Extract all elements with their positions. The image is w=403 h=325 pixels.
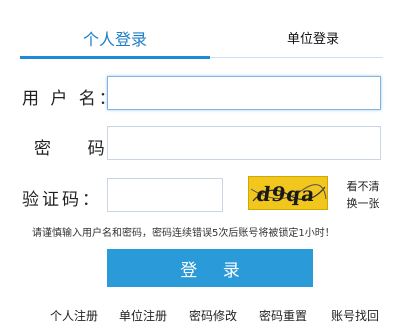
username-label: 用 户 名： xyxy=(22,89,119,109)
login-warning-hint: 请谨慎输入用户名和密码，密码连续错误5次后账号将被锁定1小时！ xyxy=(32,228,335,239)
refresh-line-1: 看不清 xyxy=(346,180,380,193)
captcha-text: d9qa xyxy=(255,182,317,206)
footer-links: 个人注册 单位注册 密码修改 密码重置 账号找回 xyxy=(0,307,403,325)
footer-link-personal-register[interactable]: 个人注册 xyxy=(50,307,98,324)
footer-link-reset-password[interactable]: 密码重置 xyxy=(259,307,307,324)
captcha-label: 验证码： xyxy=(22,190,102,210)
footer-link-unit-register[interactable]: 单位注册 xyxy=(119,307,167,324)
captcha-input[interactable] xyxy=(107,178,223,212)
login-button[interactable]: 登 录 xyxy=(107,249,313,287)
username-input[interactable] xyxy=(107,76,381,110)
captcha-graphic: d9qa xyxy=(249,177,327,209)
footer-link-recover-account[interactable]: 账号找回 xyxy=(331,307,379,324)
captcha-image[interactable]: d9qa xyxy=(248,176,328,210)
tab-unit-login[interactable]: 单位登录 xyxy=(238,26,388,56)
tab-personal-login[interactable]: 个人登录 xyxy=(20,26,210,56)
refresh-captcha-link[interactable]: 看不清 换一张 xyxy=(345,178,381,212)
refresh-line-2: 换一张 xyxy=(346,197,380,210)
login-tabs: 个人登录 单位登录 xyxy=(20,26,383,60)
tab-active-indicator xyxy=(20,56,210,59)
footer-link-change-password[interactable]: 密码修改 xyxy=(189,307,237,324)
password-input[interactable] xyxy=(107,126,381,160)
